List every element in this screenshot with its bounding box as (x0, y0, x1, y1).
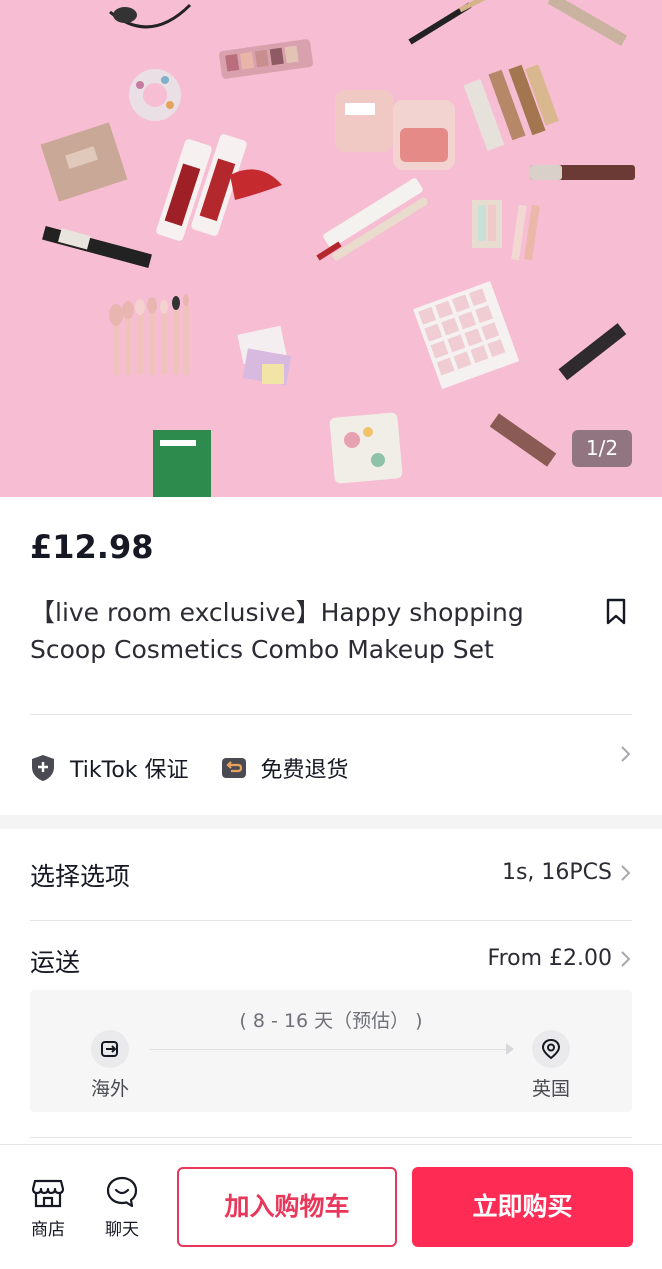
overseas-node (91, 1030, 129, 1068)
shop-button[interactable]: 商店 (18, 1175, 78, 1240)
ship-to-label: 英国 (531, 1078, 570, 1100)
guarantee-row[interactable]: TikTok 保证 免费退货 (30, 748, 381, 788)
buy-now-button[interactable]: 立即购买 (412, 1167, 633, 1247)
shipping-value[interactable]: From £2.00 (488, 946, 612, 971)
tiktok-guarantee: TikTok 保证 (30, 752, 189, 784)
export-box-icon (101, 1041, 118, 1057)
options-value[interactable]: 1s, 16PCS (502, 860, 612, 885)
divider (30, 920, 632, 921)
location-pin-icon (541, 1038, 561, 1060)
product-image-gallery[interactable]: 1/2 (0, 0, 662, 497)
free-returns: 免费退货 (221, 752, 349, 784)
options-label: 选择选项 (30, 862, 131, 891)
product-title: 【live room exclusive】Happy shopping Scoo… (30, 594, 550, 668)
store-icon (31, 1179, 65, 1208)
shipping-estimate: ( 8 - 16 天（预估） ) (239, 1010, 423, 1032)
route-arrow-icon (506, 1043, 514, 1055)
shipping-label: 运送 (30, 948, 81, 977)
product-price: £12.98 (30, 528, 154, 566)
section-separator (0, 815, 662, 829)
product-title-line1: 【live room exclusive】Happy shopping (30, 598, 524, 627)
shipping-route-line (150, 1049, 510, 1050)
product-title-line2: Scoop Cosmetics Combo Makeup Set (30, 635, 494, 664)
image-counter: 1/2 (572, 430, 632, 467)
return-box-icon (221, 758, 246, 778)
shipping-timeline: ( 8 - 16 天（预估） ) 海外 英国 (30, 990, 632, 1112)
bottom-action-bar: 商店 聊天 加入购物车 立即购买 (0, 1144, 662, 1269)
divider (30, 714, 632, 715)
add-to-cart-button[interactable]: 加入购物车 (177, 1167, 397, 1247)
cosmetics-product-image (40, 0, 635, 497)
shield-icon (32, 755, 54, 781)
ship-from-label: 海外 (90, 1078, 129, 1100)
chevron-right-icon[interactable] (620, 745, 632, 763)
chat-icon (106, 1176, 138, 1208)
free-returns-label: 免费退货 (260, 758, 349, 783)
chat-label: 聊天 (105, 1220, 139, 1240)
destination-node (532, 1030, 570, 1068)
shipping-chevron-right-icon[interactable] (620, 950, 632, 968)
tiktok-guarantee-label: TikTok 保证 (70, 758, 189, 783)
divider (30, 1137, 632, 1138)
bookmark-icon[interactable] (604, 598, 628, 626)
shop-label: 商店 (31, 1220, 65, 1240)
options-chevron-right-icon[interactable] (620, 864, 632, 882)
chat-button[interactable]: 聊天 (92, 1175, 152, 1240)
